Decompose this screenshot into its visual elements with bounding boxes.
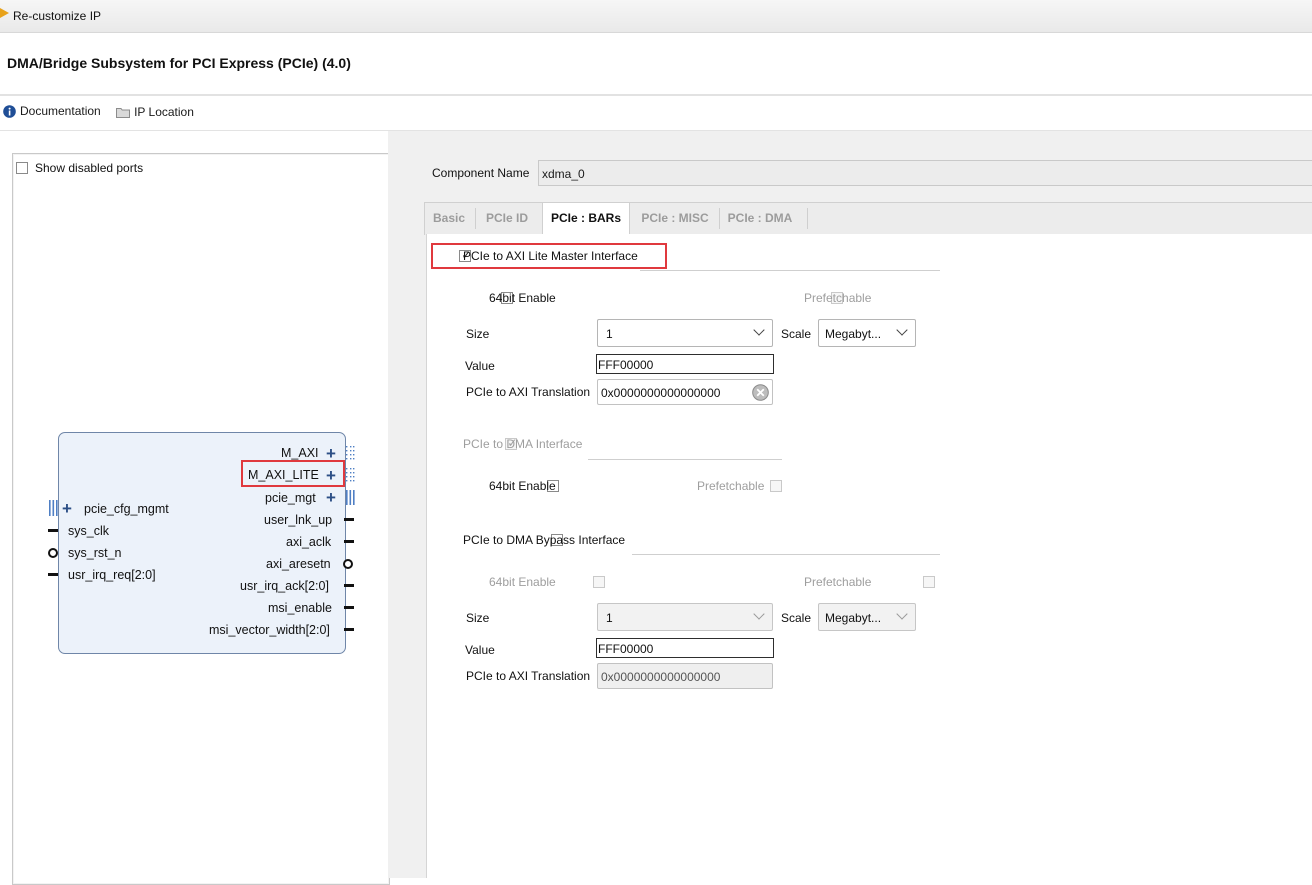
port-m-axi: M_AXI xyxy=(281,446,319,460)
bypass-translation-value: 0x0000000000000000 xyxy=(601,670,721,684)
bypass-value-input[interactable]: FFF00000 xyxy=(596,638,774,658)
axi-lite-translation-input[interactable]: 0x0000000000000000 xyxy=(597,379,773,405)
window-title: Re-customize IP xyxy=(13,9,102,23)
toolbar: Documentation IP Location xyxy=(3,104,206,124)
axi-lite-value-input[interactable]: FFF00000 xyxy=(596,354,774,374)
bypass-size-value: 1 xyxy=(606,611,613,625)
tab-pcie-misc[interactable]: PCIe : MISC xyxy=(634,203,716,234)
documentation-label: Documentation xyxy=(20,104,101,118)
port-usr-irq-req: usr_irq_req[2:0] xyxy=(68,568,156,582)
port-axi-aresetn: axi_aresetn xyxy=(266,557,331,571)
pin-msi-enable xyxy=(344,606,354,609)
pin-msi-vector-width xyxy=(344,628,354,631)
pin-sys-clk xyxy=(48,529,58,532)
bypass-size-select[interactable]: 1 xyxy=(597,603,773,631)
show-disabled-ports-checkbox[interactable] xyxy=(16,162,28,174)
axi-lite-translation-label: PCIe to AXI Translation xyxy=(466,385,591,399)
bypass-scale-value: Megabyt... xyxy=(825,611,882,625)
tab-divider xyxy=(475,208,476,229)
port-usr-irq-ack: usr_irq_ack[2:0] xyxy=(240,579,329,593)
ip-location-button[interactable]: IP Location xyxy=(116,105,194,119)
chevron-down-icon xyxy=(896,608,908,620)
bypass-64bit-label: 64bit Enable xyxy=(489,575,556,589)
axi-lite-scale-value: Megabyt... xyxy=(825,327,882,341)
bypass-prefetchable-label: Prefetchable xyxy=(804,575,872,589)
tab-pcie-id[interactable]: PCIe ID xyxy=(478,203,536,234)
pin-axi-aresetn xyxy=(343,559,353,569)
axi-lite-64bit-label: 64bit Enable xyxy=(489,291,556,305)
title-bar: Re-customize IP xyxy=(0,0,1312,33)
axi-lite-value-text: FFF00000 xyxy=(598,358,654,372)
tab-basic[interactable]: Basic xyxy=(426,203,472,234)
chevron-down-icon xyxy=(753,324,765,336)
header-divider xyxy=(0,94,1312,96)
component-name-label: Component Name xyxy=(432,166,530,180)
axi-lite-prefetchable-label: Prefetchable xyxy=(804,291,872,305)
pin-axi-aclk xyxy=(344,540,354,543)
port-axi-aclk: axi_aclk xyxy=(286,535,332,549)
m-axi-lite-highlight xyxy=(241,460,345,487)
tab-divider xyxy=(807,208,808,229)
axi-lite-scale-select[interactable]: Megabyt... xyxy=(818,319,916,347)
axi-lite-highlight xyxy=(431,243,667,269)
expand-plus-icon[interactable]: + xyxy=(326,489,336,506)
port-msi-enable: msi_enable xyxy=(268,601,332,615)
info-icon xyxy=(3,104,16,118)
pin-sys-rst-n xyxy=(48,548,58,558)
bypass-prefetchable-checkbox[interactable] xyxy=(923,576,936,588)
axi-lite-size-select[interactable]: 1 xyxy=(597,319,773,347)
documentation-button[interactable]: Documentation xyxy=(3,104,101,118)
axi-lite-size-label: Size xyxy=(466,327,490,341)
bypass-translation-label: PCIe to AXI Translation xyxy=(466,669,591,683)
ip-heading: DMA/Bridge Subsystem for PCI Express (PC… xyxy=(7,55,351,71)
tab-pcie-dma[interactable]: PCIe : DMA xyxy=(722,203,798,234)
axi-lite-size-value: 1 xyxy=(606,327,613,341)
tab-pcie-bars[interactable]: PCIe : BARs xyxy=(542,203,630,234)
component-name-value: xdma_0 xyxy=(542,167,585,181)
expand-plus-icon[interactable]: + xyxy=(326,445,336,462)
component-name-input[interactable]: xdma_0 xyxy=(538,160,1312,186)
bypass-scale-select[interactable]: Megabyt... xyxy=(818,603,916,631)
bypass-scale-label: Scale xyxy=(781,611,812,625)
port-sys-rst-n: sys_rst_n xyxy=(68,546,122,560)
folder-icon xyxy=(116,107,131,118)
axi-lite-translation-value: 0x0000000000000000 xyxy=(601,386,721,400)
bypass-translation-input[interactable]: 0x0000000000000000 xyxy=(597,663,773,689)
dma-64bit-label: 64bit Enable xyxy=(489,479,556,493)
chevron-down-icon xyxy=(896,324,908,336)
section-divider xyxy=(640,270,940,271)
expand-plus-icon[interactable]: + xyxy=(62,500,72,517)
dma-prefetchable-label: Prefetchable xyxy=(697,479,765,493)
axi-lite-scale-label: Scale xyxy=(781,327,812,341)
bus-interface-stub-icon xyxy=(346,446,355,505)
port-msi-vector-width: msi_vector_width[2:0] xyxy=(209,623,330,637)
dma-bypass-interface-label: PCIe to DMA Bypass Interface xyxy=(463,533,626,547)
bus-interface-stub-icon xyxy=(49,500,58,516)
show-disabled-ports-label: Show disabled ports xyxy=(35,161,144,175)
vivado-logo-icon xyxy=(0,8,9,18)
bypass-64bit-checkbox[interactable] xyxy=(592,576,605,588)
section-divider xyxy=(632,554,940,555)
port-pcie-mgt: pcie_mgt xyxy=(265,491,316,505)
chevron-down-icon xyxy=(753,608,765,620)
bypass-size-label: Size xyxy=(466,611,490,625)
bypass-value-text: FFF00000 xyxy=(598,642,654,656)
dma-prefetchable-checkbox[interactable] xyxy=(770,480,783,492)
tab-divider xyxy=(719,208,720,229)
port-user-lnk-up: user_lnk_up xyxy=(264,513,333,527)
pin-usr-irq-req xyxy=(48,573,58,576)
pin-user-lnk-up xyxy=(344,518,354,521)
bypass-value-label: Value xyxy=(465,643,495,657)
ip-location-label: IP Location xyxy=(134,105,194,119)
port-pcie-cfg-mgmt: pcie_cfg_mgmt xyxy=(84,502,169,516)
port-sys-clk: sys_clk xyxy=(68,524,109,538)
section-divider xyxy=(588,459,782,460)
axi-lite-value-label: Value xyxy=(465,359,495,373)
pin-usr-irq-ack xyxy=(344,584,354,587)
dma-interface-label: PCIe to DMA Interface xyxy=(463,437,583,451)
clear-icon[interactable] xyxy=(752,384,769,401)
